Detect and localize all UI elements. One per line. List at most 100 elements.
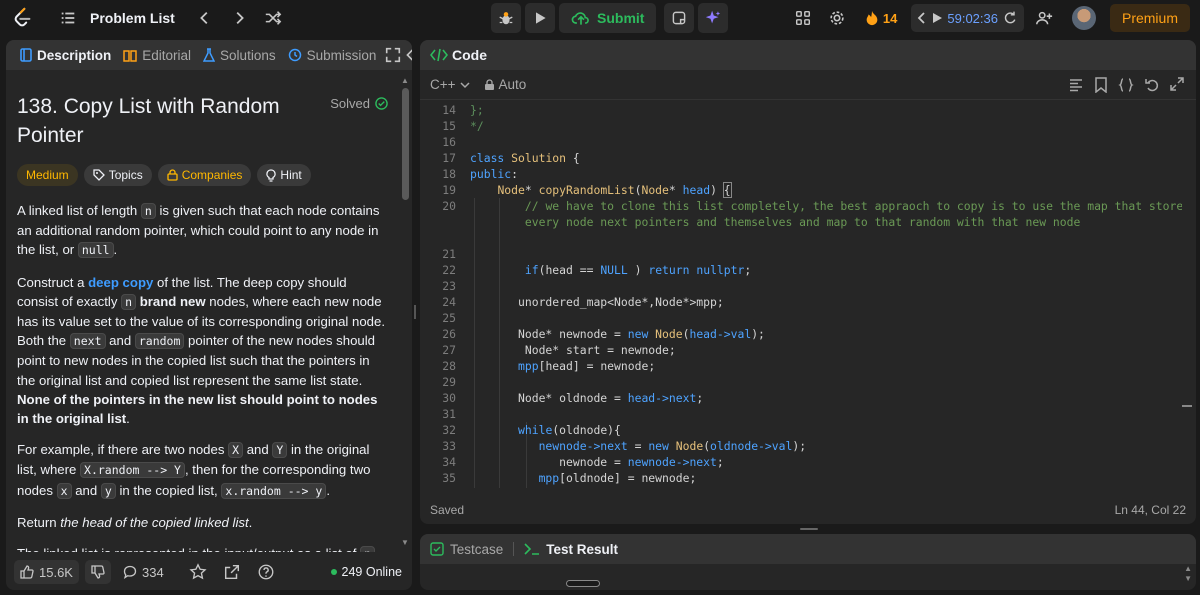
layout-icon[interactable] — [789, 4, 817, 32]
deep-copy-link[interactable]: deep copy — [88, 275, 153, 290]
description-panel: Description Editorial Solutions Submissi… — [6, 40, 412, 590]
reset-icon[interactable] — [1002, 10, 1018, 26]
comments-button[interactable]: 334 — [117, 560, 170, 584]
tab-test-result[interactable]: Test Result — [546, 542, 618, 557]
comment-icon — [123, 565, 137, 579]
code-line: every node next pointers and themselves … — [524, 215, 1081, 229]
run-icon[interactable] — [525, 3, 555, 33]
premium-button[interactable]: Premium — [1109, 4, 1190, 32]
play-icon[interactable] — [931, 12, 943, 24]
thumbs-down-icon — [91, 565, 105, 579]
code-line: 36 oldnode = oldnode->next; — [420, 486, 1182, 488]
description-scrollbar[interactable]: ▲ ▼ — [401, 76, 409, 547]
code-line: 17 class Solution { — [442, 151, 580, 165]
desc-paragraph: The linked list is represented in the in… — [17, 544, 386, 552]
horizontal-scroll-thumb[interactable] — [566, 580, 600, 587]
online-dot — [330, 569, 337, 575]
scroll-thumb[interactable] — [402, 88, 409, 200]
like-button[interactable]: 15.6K — [14, 560, 79, 584]
tag-chips: Medium Topics Companies Hint — [17, 164, 386, 186]
editor-scroll-marker[interactable] — [1182, 405, 1192, 407]
dislike-button[interactable] — [84, 560, 111, 584]
streak-counter[interactable]: 14 — [865, 10, 897, 26]
avatar[interactable] — [1071, 6, 1096, 30]
code-line: 22 if(head == NULL ) return nullptr; — [442, 263, 752, 277]
format-lines-icon[interactable] — [1068, 77, 1084, 93]
star-icon[interactable] — [184, 558, 212, 586]
problem-list-icon[interactable] — [54, 4, 82, 32]
braces-icon[interactable] — [1118, 77, 1134, 93]
tab-testcase[interactable]: Testcase — [450, 542, 503, 557]
description-tabs: Description Editorial Solutions Submissi… — [6, 40, 412, 70]
leetcode-logo[interactable] — [12, 7, 34, 29]
debug-icon[interactable] — [491, 3, 521, 33]
ai-sparkle-icon[interactable] — [698, 3, 729, 33]
next-problem-icon[interactable] — [225, 4, 253, 32]
share-icon[interactable] — [218, 558, 246, 586]
collapse-chevron-icon[interactable] — [402, 41, 412, 69]
prev-problem-icon[interactable] — [191, 4, 219, 32]
history-icon — [288, 48, 301, 62]
code-line: 32 while(oldnode){ — [442, 423, 621, 437]
scroll-up-arrow-icon[interactable]: ▲ — [401, 76, 409, 85]
code-brackets-icon — [430, 48, 448, 62]
description-body: 138. Copy List with Random Pointer Solve… — [6, 70, 398, 552]
chevron-down-icon — [460, 81, 470, 88]
undo-icon[interactable] — [1144, 77, 1160, 93]
tab-description-label: Description — [37, 47, 112, 63]
notes-icon[interactable] — [664, 3, 695, 33]
fire-icon — [866, 10, 878, 26]
cloud-upload-icon — [571, 12, 589, 25]
timer[interactable]: 59:02:36 — [911, 4, 1024, 32]
code-line: 33 newnode->next = new Node(oldnode->val… — [442, 439, 807, 453]
auto-mode-label: Auto — [498, 77, 527, 92]
chevron-left-icon[interactable] — [917, 12, 927, 24]
fullscreen-icon[interactable] — [1170, 76, 1184, 91]
help-icon[interactable] — [252, 558, 280, 586]
add-user-icon[interactable] — [1030, 4, 1058, 32]
scroll-down-arrow-icon[interactable]: ▼ — [401, 538, 409, 547]
thumbs-up-icon — [20, 565, 34, 579]
test-tabs: Testcase Test Result — [420, 534, 1196, 564]
code-line: 15 */ — [442, 119, 484, 133]
lightbulb-icon — [266, 168, 277, 182]
tab-editorial[interactable]: Editorial — [117, 40, 197, 70]
shuffle-icon[interactable] — [259, 4, 287, 32]
code-header-label: Code — [452, 47, 487, 63]
bookmark-icon[interactable] — [1094, 76, 1108, 93]
desc-paragraph: Construct a deep copy of the list. The d… — [17, 274, 386, 427]
language-select[interactable]: C++ — [430, 77, 470, 92]
code-line: 28 mpp[head] = newnode; — [442, 359, 656, 373]
scroll-up-arrow-icon[interactable]: ▲ — [1184, 564, 1192, 574]
topics-chip[interactable]: Topics — [83, 164, 152, 186]
expand-icon[interactable] — [384, 41, 402, 69]
companies-chip[interactable]: Companies — [157, 164, 252, 186]
online-indicator: 249 Online — [330, 565, 402, 579]
code-line: 24 unordered_map<Node*,Node*>mpp; — [442, 295, 724, 309]
horizontal-resize-handle[interactable] — [800, 528, 818, 530]
test-scrollbar[interactable]: ▲ ▼ — [1184, 564, 1192, 584]
panel-resize-handle[interactable] — [414, 305, 416, 319]
auto-mode[interactable]: Auto — [484, 77, 527, 92]
tab-solutions[interactable]: Solutions — [197, 40, 282, 70]
checkbox-icon — [430, 542, 444, 556]
hint-chip[interactable]: Hint — [257, 164, 311, 186]
difficulty-badge[interactable]: Medium — [17, 164, 78, 186]
code-line: 29 — [442, 375, 456, 389]
save-status: Saved — [430, 503, 465, 517]
code-line: 26 Node* newnode = new Node(head->val); — [442, 327, 765, 341]
settings-gear-icon[interactable] — [823, 4, 851, 32]
tab-submissions[interactable]: Submission — [282, 40, 383, 70]
document-icon — [20, 48, 32, 62]
cursor-position: Ln 44, Col 22 — [1114, 503, 1186, 517]
submit-label: Submit — [597, 10, 645, 26]
code-header: Code — [420, 40, 1196, 70]
code-editor[interactable]: 14}; 15 */ 16 17 class Solution { 18 public… — [420, 102, 1182, 488]
tab-description[interactable]: Description — [14, 40, 117, 70]
problem-list-label[interactable]: Problem List — [90, 10, 175, 26]
top-left-group: Problem List — [0, 4, 400, 32]
scroll-down-arrow-icon[interactable]: ▼ — [1184, 574, 1192, 584]
submit-button[interactable]: Submit — [559, 3, 657, 33]
test-panel: Testcase Test Result ▲ ▼ — [420, 534, 1196, 590]
